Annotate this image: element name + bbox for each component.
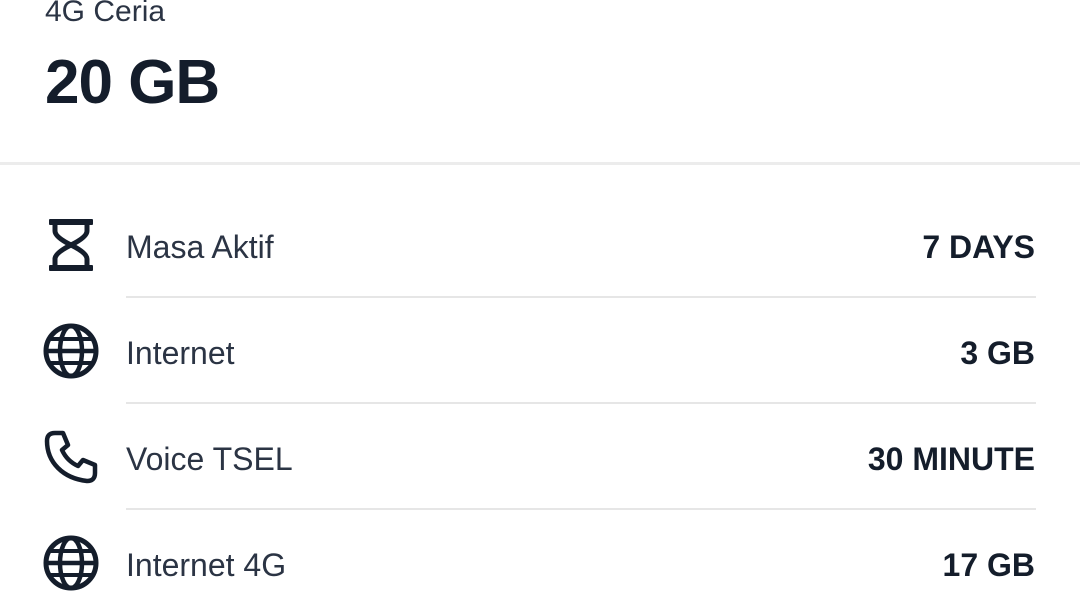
globe-icon [43,535,99,591]
package-subtitle: 4G Ceria [45,0,166,28]
hourglass-icon [43,217,99,273]
detail-row-internet: Internet 3 GB [0,298,1080,404]
detail-row-masa-aktif: Masa Aktif 7 DAYS [0,192,1080,298]
package-detail-screen: 4G Ceria 20 GB Masa Aktif 7 DAYS Interne… [0,0,1080,608]
detail-label: Internet [126,335,235,371]
detail-row-voice: Voice TSEL 30 MINUTE [0,404,1080,510]
detail-label: Internet 4G [126,547,287,583]
header-divider [0,162,1080,165]
detail-value: 3 GB [960,335,1035,371]
package-quota: 20 GB [45,48,220,117]
globe-icon [43,323,99,379]
detail-label: Masa Aktif [126,229,274,265]
detail-value: 30 MINUTE [867,441,1035,477]
detail-value: 7 DAYS [922,229,1035,265]
phone-icon [43,429,99,485]
detail-row-internet-4g: Internet 4G 17 GB [0,510,1080,608]
detail-value: 17 GB [942,547,1035,583]
package-header: 4G Ceria 20 GB [0,0,1080,162]
detail-label: Voice TSEL [126,441,293,477]
